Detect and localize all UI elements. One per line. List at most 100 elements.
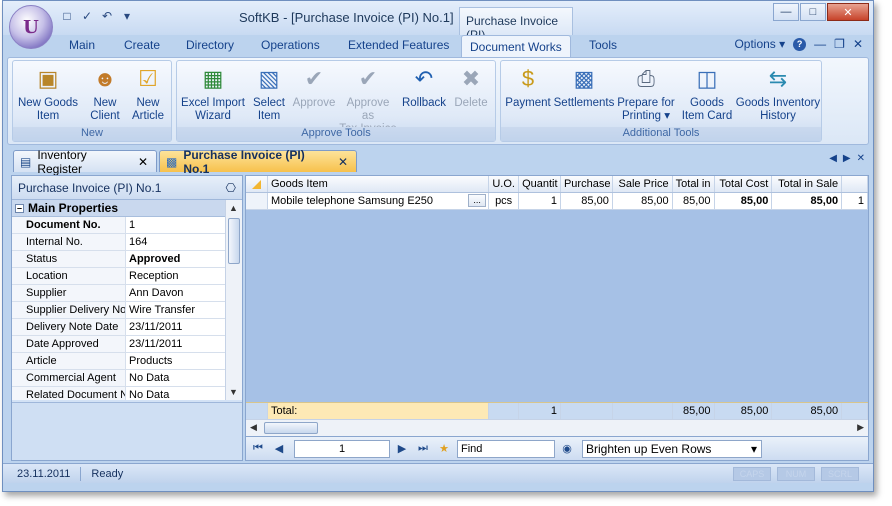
close-all-icon[interactable]: ✕ <box>857 153 865 164</box>
table-cell[interactable]: 85,00 <box>613 193 673 209</box>
property-value[interactable]: 23/11/2011 <box>126 336 226 352</box>
property-row[interactable]: Date Approved 23/11/2011 <box>12 336 226 353</box>
scroll-right-icon[interactable]: ▶ <box>843 153 851 164</box>
scroll-down-icon[interactable]: ▼ <box>229 387 238 397</box>
column-header[interactable]: Goods Item <box>268 176 490 192</box>
previous-record-icon[interactable]: ◀ <box>270 440 288 458</box>
goods-inventory-history-button[interactable]: ⇆ Goods Inventory History <box>735 63 821 123</box>
new-goods-item-button[interactable]: ▣ New Goods Item <box>17 63 79 123</box>
property-value[interactable]: No Data <box>126 387 226 400</box>
tab-inventory-register[interactable]: ▤ Inventory Register ✕ <box>13 148 157 176</box>
delete-button[interactable]: ✖ Delete <box>451 63 491 110</box>
property-value[interactable]: Wire Transfer <box>126 302 226 318</box>
ribbon-minimize-icon[interactable]: — <box>814 37 826 51</box>
tab-purchase-invoice[interactable]: ▩ Purchase Invoice (PI) No.1 ✕ <box>159 148 357 176</box>
first-record-icon[interactable]: ⏮ <box>249 440 267 458</box>
ellipsis-button[interactable]: ... <box>468 194 487 207</box>
minimize-button[interactable]: — <box>773 3 799 21</box>
property-row[interactable]: Supplier Ann Davon <box>12 285 226 302</box>
column-header[interactable]: Quantit <box>519 176 561 192</box>
property-value[interactable]: Products <box>126 353 226 369</box>
checkmark-icon[interactable]: ✓ <box>79 8 95 24</box>
binoculars-icon[interactable]: ◉ <box>558 440 576 458</box>
table-cell[interactable]: 85,00 <box>772 193 843 209</box>
goods-item-card-button[interactable]: ◫ Goods Item Card <box>679 63 735 123</box>
application-menu-button[interactable]: U <box>9 5 53 49</box>
approve-button[interactable]: ✔ Approve <box>291 63 337 110</box>
row-indicator[interactable] <box>246 193 268 209</box>
scroll-left-icon[interactable]: ◀ <box>829 153 837 164</box>
table-row[interactable]: Mobile telephone Samsung E250 ... pcs 1 … <box>246 193 868 210</box>
settlements-button[interactable]: ▩ Settlements <box>553 63 615 110</box>
dropdown-arrow-icon[interactable]: ▾ <box>751 441 757 457</box>
tab-tools[interactable]: Tools <box>589 38 617 52</box>
grid-horizontal-scrollbar[interactable]: ◀ ▶ <box>246 419 868 436</box>
column-header[interactable]: Purchase <box>561 176 613 192</box>
excel-import-wizard-button[interactable]: ▦ Excel Import Wizard <box>179 63 247 123</box>
rollback-button[interactable]: ↶ Rollback <box>399 63 449 110</box>
column-header[interactable]: Total Cost <box>715 176 773 192</box>
ribbon-restore-icon[interactable]: ❐ <box>834 37 845 51</box>
prepare-for-printing-button[interactable]: ⎙ Prepare for Printing ▾ <box>615 63 677 123</box>
property-value[interactable]: Ann Davon <box>126 285 226 301</box>
tab-create[interactable]: Create <box>124 38 160 52</box>
tab-document-works[interactable]: Document Works <box>461 35 571 58</box>
property-row[interactable]: Internal No. 164 <box>12 234 226 251</box>
new-document-icon[interactable]: □ <box>59 8 75 24</box>
property-value[interactable]: Approved <box>126 251 226 267</box>
column-header[interactable]: Sale Price <box>613 176 673 192</box>
property-row[interactable]: Document No. 1 <box>12 217 226 234</box>
scroll-right-icon[interactable]: ▶ <box>857 422 864 433</box>
property-row[interactable]: Related Document N No Data <box>12 387 226 400</box>
collapse-icon[interactable]: – <box>15 203 24 213</box>
property-value[interactable]: 1 <box>126 217 226 233</box>
property-row[interactable]: Delivery Note Date 23/11/2011 <box>12 319 226 336</box>
options-menu[interactable]: Options ▾ <box>734 37 785 51</box>
scroll-thumb[interactable] <box>264 422 318 434</box>
properties-scrollbar[interactable]: ▲ ▼ <box>225 200 242 400</box>
maximize-button[interactable]: □ <box>800 3 826 21</box>
table-cell[interactable]: 85,00 <box>561 193 613 209</box>
column-header[interactable] <box>842 176 868 192</box>
column-header[interactable]: Total in <box>673 176 715 192</box>
payment-button[interactable]: $ Payment <box>503 63 553 110</box>
property-row[interactable]: Supplier Delivery No Wire Transfer <box>12 302 226 319</box>
property-row[interactable]: Status Approved <box>12 251 226 268</box>
tab-operations[interactable]: Operations <box>261 38 320 52</box>
scroll-left-icon[interactable]: ◀ <box>250 422 257 433</box>
property-value[interactable]: 164 <box>126 234 226 250</box>
view-option-select[interactable]: Brighten up Even Rows ▾ <box>582 439 762 458</box>
close-tab-icon[interactable]: ✕ <box>138 155 148 169</box>
customize-qat-icon[interactable]: ▾ <box>119 8 135 24</box>
tab-main[interactable]: Main <box>69 38 95 52</box>
property-value[interactable]: No Data <box>126 370 226 386</box>
column-header[interactable]: U.O. <box>489 176 520 192</box>
ribbon-close-icon[interactable]: ✕ <box>853 37 863 51</box>
new-client-button[interactable]: ☻ New Client <box>85 63 125 123</box>
property-row[interactable]: Location Reception <box>12 268 226 285</box>
table-cell[interactable]: 85,00 <box>673 193 715 209</box>
close-button[interactable]: ✕ <box>827 3 869 21</box>
approve-as-tax-invoice-button[interactable]: ✔ Approve as Tax Invoice <box>339 63 397 136</box>
property-value[interactable]: Reception <box>126 268 226 284</box>
property-value[interactable]: 23/11/2011 <box>126 319 226 335</box>
new-article-button[interactable]: ☑ New Article <box>127 63 169 123</box>
property-row[interactable]: Article Products <box>12 353 226 370</box>
select-item-button[interactable]: ▧ Select Item <box>249 63 289 123</box>
table-cell[interactable]: 85,00 <box>715 193 773 209</box>
record-number-input[interactable]: 1 <box>294 439 390 458</box>
pin-icon[interactable]: ⎔ <box>226 181 236 195</box>
new-record-icon[interactable]: ★ <box>435 440 453 458</box>
find-input[interactable]: Find <box>457 439 555 458</box>
close-tab-icon[interactable]: ✕ <box>338 155 348 169</box>
table-cell[interactable]: pcs <box>489 193 520 209</box>
tab-directory[interactable]: Directory <box>186 38 234 52</box>
scroll-thumb[interactable] <box>228 218 240 264</box>
scroll-up-icon[interactable]: ▲ <box>229 203 238 213</box>
table-cell[interactable]: 1 <box>842 193 868 209</box>
help-icon[interactable]: ? <box>793 37 807 51</box>
column-header[interactable]: Total in Sale <box>772 176 843 192</box>
property-row[interactable]: Commercial Agent No Data <box>12 370 226 387</box>
table-cell[interactable]: 1 <box>519 193 561 209</box>
tab-extended-features[interactable]: Extended Features <box>348 38 449 52</box>
